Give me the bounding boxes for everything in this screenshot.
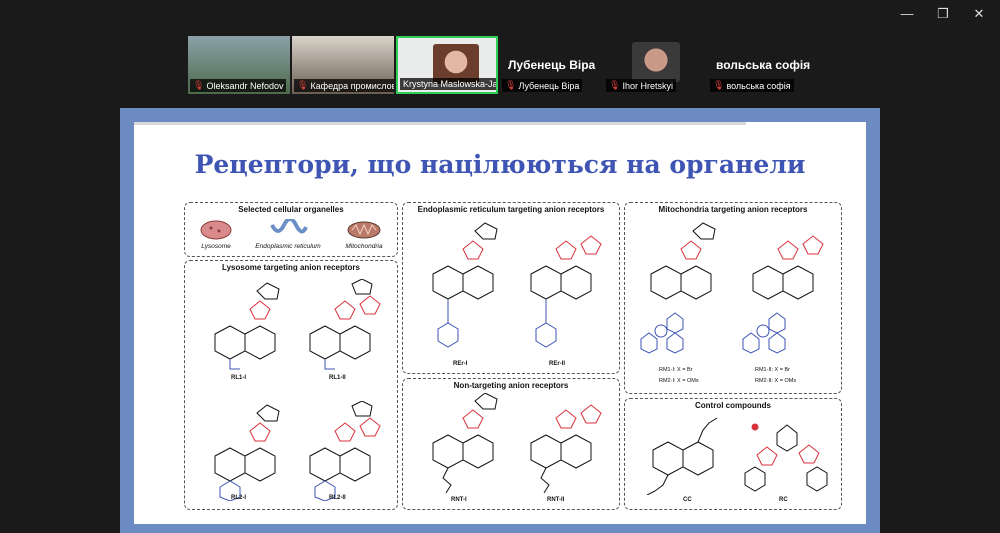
structure-rnt-ii bbox=[530, 404, 602, 493]
structure-rl1-ii bbox=[309, 279, 381, 370]
compound-label: RL1-II bbox=[329, 375, 346, 381]
organelle-label: Endoplasmic reticulum bbox=[255, 243, 321, 250]
participant-name-large: вольська софія bbox=[716, 58, 810, 72]
participant-label: 🎙 вольська софія bbox=[710, 79, 794, 92]
panel-title: Non-targeting anion receptors bbox=[453, 381, 569, 390]
avatar bbox=[632, 42, 680, 82]
compound-note: RM1-I: X = Br bbox=[659, 367, 693, 373]
structure-cc bbox=[646, 417, 718, 495]
participant-strip: 🎙Oleksandr Nefodov 🎙Кафедра промислової … bbox=[188, 36, 810, 94]
compound-label: RL2-II bbox=[329, 495, 346, 501]
panel-title: Control compounds bbox=[695, 401, 771, 410]
compound-label: RL1-I bbox=[231, 375, 246, 381]
structure-rer-ii bbox=[530, 235, 602, 348]
participant-tile-active[interactable]: Krystyna Maslowska-Jarzy... bbox=[396, 36, 498, 94]
close-icon[interactable]: ✕ bbox=[972, 6, 986, 22]
participant-tile[interactable]: 🎙 Ihor Hretskyi bbox=[604, 36, 706, 94]
participant-label: 🎙 Ihor Hretskyi bbox=[606, 79, 676, 92]
panel-title: Endoplasmic reticulum targeting anion re… bbox=[417, 205, 605, 214]
participant-label: 🎙 Лубенець Віра bbox=[502, 79, 583, 92]
compound-note: RM2-I: X = OMs bbox=[659, 378, 699, 384]
panel-er: Endoplasmic reticulum targeting anion re… bbox=[402, 202, 620, 374]
compound-note: RM1-II: X = Br bbox=[755, 367, 790, 373]
mic-muted-icon: 🎙 bbox=[193, 80, 205, 90]
participant-label: Krystyna Maslowska-Jarzy... bbox=[400, 78, 496, 90]
panel-nontargeting: Non-targeting anion receptors RNT-I RNT-… bbox=[402, 378, 620, 510]
structure-rl2-ii bbox=[309, 401, 381, 501]
participant-tile[interactable]: вольська софія 🎙 вольська софія bbox=[708, 36, 810, 94]
organelle-label: Mitochondria bbox=[345, 243, 383, 250]
compound-label: RNT-II bbox=[547, 497, 565, 503]
structure-rl1-i bbox=[214, 282, 280, 370]
restore-icon[interactable]: ❐ bbox=[936, 6, 950, 22]
presentation-slide: Рецептори, що націлюються на органели Se… bbox=[134, 122, 866, 524]
panel-lysosome: Lysosome targeting anion receptors RL1-I… bbox=[184, 260, 398, 510]
organelle-mitochondria: Mitochondria bbox=[339, 219, 389, 250]
compound-label: REr-I bbox=[453, 361, 468, 367]
compound-label: CC bbox=[683, 497, 692, 503]
er-icon bbox=[270, 217, 308, 234]
shared-screen: Рецептори, що націлюються на органели Se… bbox=[120, 108, 880, 533]
slide-divider bbox=[134, 122, 746, 125]
participant-label: 🎙Кафедра промислової фа... bbox=[294, 79, 394, 92]
organelle-er: Endoplasmic reticulum bbox=[253, 217, 323, 250]
mic-muted-icon: 🎙 bbox=[609, 80, 621, 90]
compound-label: RL2-I bbox=[231, 495, 246, 501]
structure-rm-ii bbox=[742, 235, 824, 354]
mic-muted-icon: 🎙 bbox=[713, 80, 725, 90]
structure-rnt-i bbox=[432, 393, 498, 493]
compound-note: RM2-II: X = OMs bbox=[755, 378, 797, 384]
mic-muted-icon: 🎙 bbox=[505, 80, 517, 90]
structure-rer-i bbox=[432, 222, 498, 348]
structure-rc bbox=[744, 423, 828, 492]
window-controls: — ❐ ✕ bbox=[900, 6, 986, 22]
participant-name-large: Лубенець Віра bbox=[508, 58, 596, 72]
panel-title: Selected cellular organelles bbox=[238, 205, 344, 214]
panel-mitochondria: Mitochondria targeting anion receptors R… bbox=[624, 202, 842, 394]
structure-rm-i bbox=[640, 222, 716, 354]
panel-control: Control compounds CC RC bbox=[624, 398, 842, 510]
organelle-label: Lysosome bbox=[201, 243, 231, 250]
mic-muted-icon: 🎙 bbox=[297, 80, 309, 90]
organelle-lysosome: Lysosome bbox=[191, 219, 241, 250]
mitochondria-icon bbox=[347, 221, 381, 239]
participant-label: 🎙 Oleksandr Nefodov bbox=[190, 79, 287, 92]
panel-title: Lysosome targeting anion receptors bbox=[222, 263, 360, 272]
slide-title: Рецептори, що націлюються на органели bbox=[194, 150, 806, 179]
participant-tile[interactable]: 🎙 Oleksandr Nefodov bbox=[188, 36, 290, 94]
minimize-icon[interactable]: — bbox=[900, 6, 914, 22]
participant-tile[interactable]: 🎙Кафедра промислової фа... bbox=[292, 36, 394, 94]
panel-title: Mitochondria targeting anion receptors bbox=[658, 205, 808, 214]
panel-organelles: Selected cellular organelles Lysosome En… bbox=[184, 202, 398, 257]
lysosome-icon bbox=[200, 220, 232, 240]
compound-label: REr-II bbox=[549, 361, 566, 367]
compound-label: RC bbox=[779, 497, 788, 503]
structure-rl2-i bbox=[214, 404, 280, 501]
participant-tile[interactable]: Лубенець Віра 🎙 Лубенець Віра bbox=[500, 36, 602, 94]
compound-label: RNT-I bbox=[451, 497, 467, 503]
